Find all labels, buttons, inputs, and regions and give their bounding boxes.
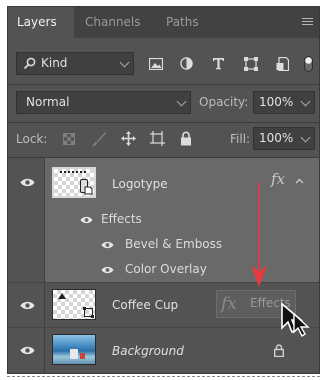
chevron-down-icon [300,132,311,143]
drag-arrow-icon [251,183,267,287]
adjustment-filter-icon[interactable] [180,57,193,70]
visibility-toggle[interactable] [8,232,45,257]
chevron-down-icon [300,96,311,107]
divider [8,84,319,85]
type-filter-icon[interactable] [212,57,225,70]
lock-artboard-icon[interactable] [150,131,165,146]
effects-group[interactable]: Effects [8,207,319,232]
layer-thumbnail [52,334,96,365]
panel-menu-icon[interactable] [302,18,313,27]
layers-panel: Layers Channels Paths Kind Normal Opacit… [7,6,320,374]
lock-all-icon[interactable] [180,131,192,146]
visibility-toggle[interactable] [8,158,45,207]
layer-effects-fx-icon[interactable]: fx [271,170,285,188]
layer-logotype[interactable]: Logotype fx [8,158,319,207]
effects-label: Effects [101,212,142,226]
blend-mode-value: Normal [26,95,70,109]
filter-kind-dropdown[interactable]: Kind [16,52,134,75]
panel-tab-bar: Layers Channels Paths [8,7,319,38]
opacity-field[interactable]: 100% [253,91,315,114]
filter-toggle-icon[interactable] [304,56,313,72]
divider [8,122,319,123]
visibility-toggle[interactable] [8,328,45,373]
cursor-icon [281,302,310,338]
eye-icon [20,346,35,355]
effect-name: Color Overlay [125,262,207,276]
layer-name[interactable]: Logotype [112,177,168,191]
layer-name[interactable]: Background [112,344,184,358]
visibility-toggle[interactable] [8,257,45,282]
lock-transparent-pixels-icon[interactable] [63,133,75,145]
lock-image-pixels-icon[interactable] [91,131,107,147]
chevron-up-icon[interactable] [295,178,304,184]
chevron-down-icon [176,96,187,107]
visibility-toggle[interactable] [8,283,45,327]
eye-icon [20,301,35,310]
lock-label: Lock: [16,132,48,146]
smart-object-badge-icon [84,186,93,195]
eye-icon [20,178,35,187]
lock-icon [274,344,284,357]
smart-object-filter-icon[interactable] [276,57,289,71]
eye-icon[interactable] [80,216,93,224]
filter-kind-label: Kind [41,56,68,70]
tab-channels[interactable]: Channels [85,7,141,38]
fill-field[interactable]: 100% [253,127,315,150]
fill-label: Fill: [230,132,251,146]
layer-background[interactable]: Background [8,328,319,373]
layer-thumbnail [52,167,96,198]
tab-layers[interactable]: Layers [8,7,74,38]
eye-icon[interactable] [101,266,114,274]
search-icon [23,57,36,70]
opacity-value: 100% [259,95,294,109]
layer-thumbnail [52,289,96,320]
layer-name[interactable]: Coffee Cup [112,298,178,312]
effect-name: Bevel & Emboss [125,237,223,251]
chevron-down-icon [119,57,130,68]
layer-effects-fx-icon: fx [221,294,237,314]
fill-value: 100% [259,131,294,145]
image-filter-icon[interactable] [149,58,163,70]
crop-edge [7,376,320,377]
opacity-label: Opacity: [199,95,249,109]
smart-object-badge-icon [83,307,94,318]
tab-paths[interactable]: Paths [166,7,199,38]
visibility-toggle[interactable] [8,207,45,232]
lock-position-icon[interactable] [121,131,136,146]
effect-bevel-emboss[interactable]: Bevel & Emboss [8,232,319,257]
layer-coffee-cup[interactable]: Coffee Cup fx Effects [8,283,319,327]
effect-color-overlay[interactable]: Color Overlay [8,257,319,282]
blend-mode-dropdown[interactable]: Normal [16,91,191,114]
eye-icon[interactable] [101,241,114,249]
shape-filter-icon[interactable] [244,57,258,71]
